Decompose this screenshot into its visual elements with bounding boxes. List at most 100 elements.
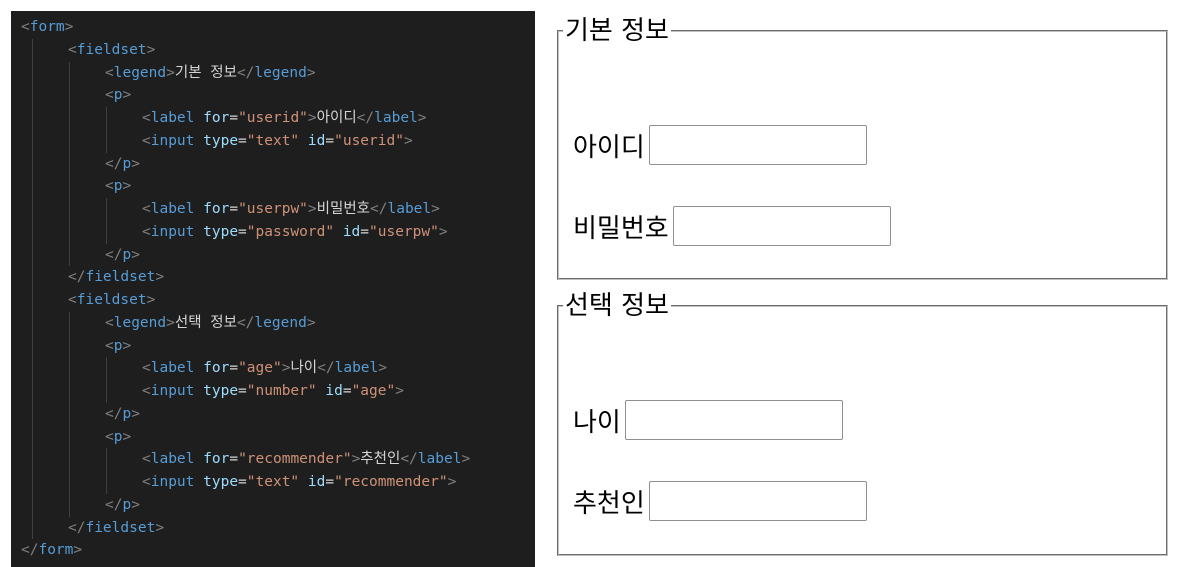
userpw-input[interactable] (672, 206, 891, 246)
code-text: </form> (21, 539, 82, 562)
code-token: </ (317, 360, 335, 377)
code-token: 추천인 (360, 451, 401, 468)
indent-guide (32, 175, 33, 198)
code-token: type (203, 132, 239, 149)
code-token: = (229, 201, 239, 217)
code-token: input (150, 474, 195, 490)
code-token: label (150, 110, 195, 126)
code-token: type (203, 223, 239, 240)
code-token: 아이디 (316, 110, 357, 126)
code-text: </p> (105, 403, 140, 426)
indent-guide (69, 402, 70, 426)
userid-input[interactable] (648, 125, 867, 165)
indent-guide (106, 448, 107, 471)
code-token: "password" (246, 223, 335, 240)
code-line: <form> (11, 16, 535, 39)
code-token: input (150, 132, 195, 149)
code-token: label (150, 201, 195, 217)
code-token: < (105, 337, 114, 354)
code-token: > (146, 41, 156, 58)
indent-guide (69, 425, 70, 449)
code-text: <label for="userid">아이디</label> (142, 107, 427, 130)
code-line: <input type="text" id="userid"> (11, 129, 535, 153)
code-token: < (105, 64, 114, 81)
code-token: > (461, 451, 471, 468)
indent-guide (106, 107, 107, 130)
code-token: id (307, 474, 326, 490)
indent-guide (32, 493, 33, 517)
indent-guide (32, 402, 33, 426)
code-token: > (73, 542, 83, 559)
code-token: < (142, 451, 151, 468)
indent-guide (32, 334, 33, 358)
code-text: <legend>기본 정보</legend> (105, 62, 316, 85)
code-text: </fieldset> (68, 517, 164, 540)
code-token: </ (105, 246, 123, 263)
fieldset-optional-info: 선택 정보 나이 추천인 (557, 293, 1168, 556)
code-token: > (131, 246, 140, 263)
code-token: </ (236, 314, 255, 331)
code-token: p (122, 155, 132, 172)
code-editor[interactable]: <form> <fieldset> <legend>기본 정보</legend> <p… (11, 11, 535, 567)
code-token: form (38, 542, 74, 559)
indent-guide (69, 380, 70, 403)
indent-guide (69, 220, 70, 244)
indent-guide (32, 357, 33, 380)
code-token: "age" (351, 383, 396, 399)
code-token: </ (400, 451, 418, 468)
code-token: > (131, 155, 140, 172)
code-token: "userid" (238, 110, 308, 126)
code-token: "userpw" (238, 201, 308, 217)
code-token: > (146, 292, 156, 308)
code-token: > (447, 474, 457, 490)
code-token: < (21, 19, 30, 35)
code-text: <p> (105, 84, 131, 107)
code-token: fieldset (76, 41, 147, 58)
code-line: <legend>기본 정보</legend> (11, 61, 535, 85)
code-token: "recommender" (238, 451, 352, 468)
age-label: 나이 (573, 407, 621, 438)
code-token: = (238, 383, 247, 399)
indent-guide (69, 129, 70, 153)
code-token: </ (105, 155, 123, 172)
indent-guide (106, 129, 107, 153)
code-token: </ (68, 269, 86, 286)
indent-guide (106, 220, 107, 244)
code-token: = (342, 383, 352, 399)
code-token: > (306, 314, 316, 331)
code-line: <label for="age">나이</label> (11, 357, 535, 380)
code-text: <fieldset> (68, 39, 155, 62)
code-token: = (229, 360, 239, 377)
recommender-row: 추천인 (573, 481, 867, 521)
age-input[interactable] (624, 400, 843, 440)
indent-guide (32, 38, 33, 62)
code-text: </p> (105, 494, 140, 517)
code-token: label (387, 201, 432, 217)
code-token: type (203, 383, 239, 399)
recommender-input[interactable] (648, 481, 867, 521)
code-token: legend (113, 314, 167, 331)
code-text: <p> (105, 175, 131, 198)
code-token: > (131, 496, 140, 513)
userpw-row: 비밀번호 (573, 206, 891, 246)
code-token: "recommender" (334, 474, 448, 490)
code-text: <input type="text" id="recommender"> (142, 471, 456, 494)
userpw-label: 비밀번호 (573, 213, 669, 244)
code-line: <legend>선택 정보</legend> (11, 311, 535, 335)
code-token: < (142, 110, 151, 126)
code-token: fieldset (76, 292, 147, 308)
code-line: <label for="userid">아이디</label> (11, 107, 535, 130)
indent-guide (106, 198, 107, 221)
code-token: label (374, 110, 418, 126)
userid-label: 아이디 (573, 132, 645, 163)
code-text: <p> (105, 335, 131, 358)
code-token: label (334, 360, 379, 377)
code-token: </ (236, 64, 255, 81)
indent-guide (32, 61, 33, 85)
code-token: 기본 정보 (174, 64, 237, 81)
code-text: <fieldset> (68, 289, 155, 312)
